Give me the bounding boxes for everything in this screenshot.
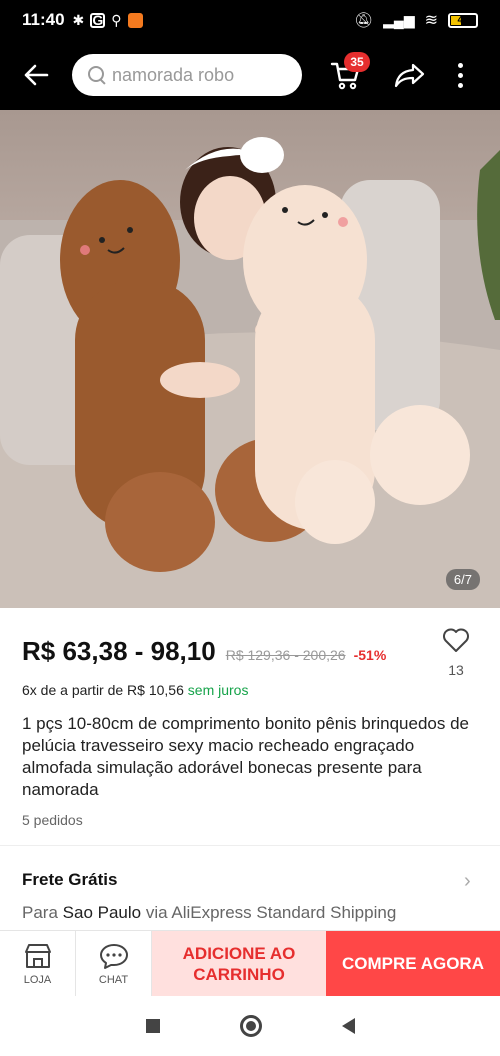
cart-button[interactable]: 35 [320,40,380,110]
shipping-method: via AliExpress Standard Shipping [145,903,397,922]
shipping-title[interactable]: Frete Grátis [22,870,117,890]
bluetooth-icon: ✱ [72,11,85,28]
store-icon [24,943,51,968]
back-button[interactable] [0,40,72,110]
chat-icon [99,943,128,969]
section-divider [0,845,500,846]
wishlist-button[interactable]: 13 [436,627,476,678]
interest-free-label: sem juros [187,682,249,698]
chat-label: CHAT [98,973,129,986]
price-row: R$ 63,38 - 98,10 R$ 129,36 - 200,26 -51% [22,636,386,667]
shipping-description[interactable]: Para Sao Paulo via AliExpress Standard S… [22,903,396,923]
add-to-cart-button[interactable]: ADICIONE AO CARRINHO [152,931,326,996]
search-icon [88,66,106,84]
image-counter: 6/7 [445,569,480,590]
buy-now-button[interactable]: COMPRE AGORA [326,931,500,996]
share-icon [394,63,425,88]
discount-badge: -51% [353,647,387,663]
installments-text: 6x de a partir de R$ 10,56 [22,682,184,698]
cart-count-badge: 35 [344,52,370,72]
app-notification-icon: G [90,12,106,28]
app-notification-icon-3 [127,12,143,28]
original-price: R$ 129,36 - 200,26 [225,647,346,663]
more-icon-dot [457,72,463,78]
status-notification-icons: ✱ G ⚲ [73,12,143,29]
product-image[interactable]: 6/7 [0,110,500,608]
more-icon-dot [457,62,463,68]
store-button[interactable]: LOJA [0,931,76,996]
wifi-icon: ≋ [424,12,438,29]
product-price: R$ 63,38 - 98,10 [22,636,216,666]
status-time: 11:40 [22,10,65,29]
battery-icon: 40 [448,12,478,28]
app-notification-icon-2: ⚲ [111,11,122,28]
chevron-right-icon[interactable]: › [464,870,471,893]
top-bar: namorada robo 35 [0,40,500,110]
system-nav-bar [0,996,500,1056]
shipping-prefix: Para [22,903,58,922]
wishlist-count: 13 [448,662,464,678]
back-triangle-icon[interactable] [341,1018,355,1034]
store-label: LOJA [23,973,52,986]
arrow-left-icon [24,64,49,86]
more-options-button[interactable] [440,40,480,110]
product-photo [0,137,500,608]
mute-icon: 🔕︎ [354,12,374,29]
signal-icon: ▂▄▆ [383,11,415,28]
chat-button[interactable]: CHAT [76,931,152,996]
status-bar: 11:40 ✱ G ⚲ 🔕︎ ▂▄▆ ≋ 40 [0,0,500,40]
recent-apps-icon[interactable] [145,1019,160,1033]
shipping-city: Sao Paulo [62,903,142,922]
heart-icon [443,628,469,652]
installments-info: 6x de a partir de R$ 10,56 sem juros [22,682,248,698]
more-icon-dot [457,82,463,88]
share-button[interactable] [380,40,440,110]
home-icon[interactable] [239,1015,262,1037]
search-placeholder: namorada robo [112,64,235,85]
product-title: 1 pçs 10-80cm de comprimento bonito pêni… [22,714,469,799]
orders-count: 5 pedidos [22,812,83,828]
bottom-action-bar: LOJA CHAT ADICIONE AO CARRINHO COMPRE AG… [0,930,500,996]
search-input[interactable]: namorada robo [72,54,302,96]
